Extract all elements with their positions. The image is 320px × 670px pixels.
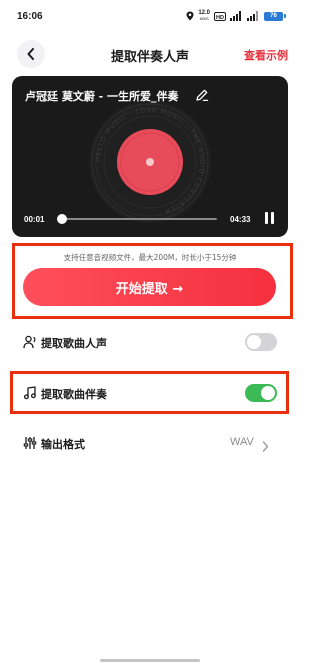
format-value: WAV — [230, 436, 254, 448]
network-speed: 12.0 KB/S — [198, 10, 210, 22]
option-row-accompaniment[interactable]: 提取歌曲伴奏 — [0, 380, 300, 406]
start-extract-button[interactable]: 开始提取 → — [23, 268, 276, 306]
pause-icon[interactable] — [262, 212, 276, 226]
option-row-format[interactable]: 输出格式 WAV — [0, 430, 300, 456]
nav-bar: 提取伴奏人声 查看示例 — [0, 38, 300, 70]
hd-icon: HD — [214, 11, 226, 21]
total-time: 04:33 — [230, 215, 251, 224]
battery-level: 76 — [264, 11, 283, 21]
svg-text:HD: HD — [216, 14, 224, 20]
option-label-format: 输出格式 — [41, 438, 85, 451]
status-icons: 12.0 KB/S HD 76 — [186, 9, 286, 23]
signal-icon-2 — [247, 11, 260, 21]
battery-icon: 76 — [264, 11, 286, 21]
player-card: HELLO MUSIC · LOVE MUSIC · THE AUDIO CON… — [12, 76, 288, 237]
progress-bar[interactable] — [56, 214, 217, 224]
signal-icon — [230, 11, 243, 21]
support-info-text: 支持任意音视频文件，最大200M，时长小于15分钟 — [63, 253, 237, 262]
vocals-person-icon — [23, 334, 37, 353]
edit-pencil-icon[interactable] — [195, 87, 209, 106]
accompaniment-toggle[interactable] — [245, 384, 277, 402]
option-row-vocals[interactable]: 提取歌曲人声 — [0, 329, 300, 355]
option-label-vocals: 提取歌曲人声 — [41, 337, 107, 350]
network-speed-unit: KB/S — [199, 16, 209, 21]
vocals-toggle[interactable] — [245, 333, 277, 351]
current-time: 00:01 — [24, 215, 45, 224]
equalizer-icon — [23, 435, 37, 454]
music-note-icon — [23, 385, 37, 404]
chevron-right-icon — [262, 437, 269, 456]
status-bar: 16:06 12.0 KB/S HD 76 — [0, 0, 300, 34]
location-icon — [186, 11, 194, 21]
status-time: 16:06 — [17, 11, 43, 22]
vinyl-record-icon: HELLO MUSIC · LOVE MUSIC · THE AUDIO CON… — [89, 101, 211, 223]
view-example-link[interactable]: 查看示例 — [244, 47, 288, 63]
home-indicator[interactable] — [100, 659, 200, 662]
song-title: 卢冠廷 莫文蔚 - 一生所爱_伴奏 — [25, 90, 179, 103]
option-label-accompaniment: 提取歌曲伴奏 — [41, 388, 107, 401]
progress-thumb[interactable] — [56, 214, 67, 224]
